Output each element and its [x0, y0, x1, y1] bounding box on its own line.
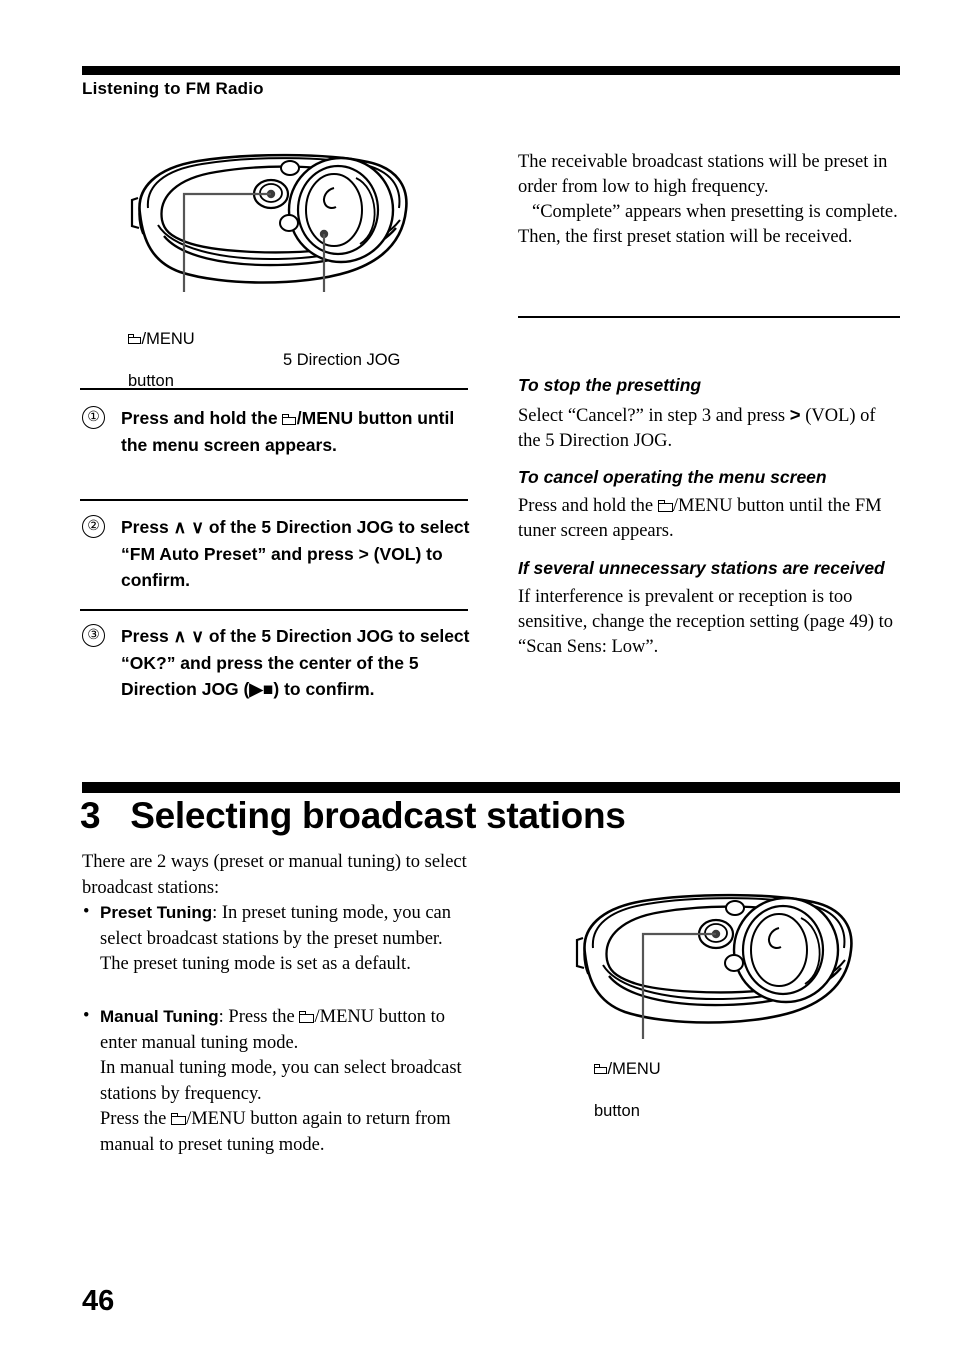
step-number: ②: [82, 515, 105, 538]
sub-body-before: Press and hold the: [518, 496, 658, 516]
manual-page: Listening to FM Radio /MENU button 5 Dir…: [0, 0, 954, 1357]
callout-menu-button-top: /MENU button: [128, 308, 195, 392]
intro-paragraph-2: “Complete” appears when presetting is co…: [518, 202, 898, 247]
header-rule: [82, 66, 900, 75]
bullet-extra-2: Press the /MENU button again to return f…: [82, 1107, 477, 1158]
bullet-term: Manual Tuning: [100, 1007, 219, 1026]
running-head: Listening to FM Radio: [82, 79, 264, 98]
bullet-extra-2-before: Press the: [100, 1109, 171, 1129]
step-rule-3: [80, 609, 468, 611]
step-text: Press ∧ ∨ of the 5 Direction JOG to sele…: [121, 626, 470, 699]
device-drawing: [575, 893, 853, 1039]
folder-icon: [657, 500, 673, 513]
step-1: ① Press and hold the /MENU button until …: [82, 405, 474, 458]
folder-icon: [299, 1011, 314, 1024]
bullet-term: Preset Tuning: [100, 903, 213, 922]
folder-icon: [282, 413, 297, 425]
step-rule-1: [80, 388, 468, 390]
sub-body: If interference is prevalent or receptio…: [518, 587, 894, 657]
folder-icon: [170, 1113, 186, 1126]
bullet-extra: The preset tuning mode is set as a defau…: [100, 954, 411, 974]
section-rule: [82, 782, 900, 793]
page-number: 46: [82, 1285, 115, 1317]
callout-menu-button-bottom: /MENU button: [594, 1038, 661, 1122]
section-cancel-menu: To cancel operating the menu screen Pres…: [518, 466, 902, 544]
section-intro-text: There are 2 ways (preset or manual tunin…: [82, 852, 467, 898]
sub-body-before: Select “Cancel?” in step 3 and press: [518, 406, 790, 426]
callout-jog-text: 5 Direction JOG: [283, 351, 401, 369]
section-heading: 3 Selecting broadcast stations: [80, 795, 626, 836]
sub-body: Select “Cancel?” in step 3 and press > (…: [518, 402, 902, 454]
device-illustration-top: [128, 148, 413, 293]
step-3: ③ Press ∧ ∨ of the 5 Direction JOG to se…: [82, 623, 474, 703]
device-illustration-bottom: [573, 888, 858, 1040]
section-stop-presetting: To stop the presetting Select “Cancel?” …: [518, 374, 902, 454]
right-intro-paragraphs: The receivable broadcast stations will b…: [518, 150, 902, 250]
intro-paragraph-1: The receivable broadcast stations will b…: [518, 152, 888, 197]
step-number: ①: [82, 406, 105, 429]
callout-menu-text: /MENU: [141, 330, 195, 348]
step-text-before: Press and hold the: [121, 408, 283, 428]
folder-icon: [594, 1064, 608, 1075]
sub-body: Press and hold the /MENU button until th…: [518, 494, 902, 544]
right-divider-rule: [518, 316, 900, 318]
sub-heading: If several unnecessary stations are rece…: [518, 558, 885, 578]
step-number: ③: [82, 624, 105, 647]
list-item: Preset Tuning: In preset tuning mode, yo…: [82, 900, 477, 952]
step-rule-2: [80, 499, 468, 501]
bullet-body-before: : Press the: [218, 1007, 300, 1027]
bullet-manual-tuning: Manual Tuning: Press the /MENU button to…: [82, 1004, 477, 1158]
device-drawing: [130, 153, 408, 292]
list-item: Manual Tuning: Press the /MENU button to…: [82, 1004, 477, 1056]
section-intro: There are 2 ways (preset or manual tunin…: [82, 850, 477, 901]
step-text: Press and hold the /MENU button until th…: [121, 405, 474, 458]
sub-heading: To stop the presetting: [518, 375, 702, 395]
section-unnecessary-stations: If several unnecessary stations are rece…: [518, 557, 902, 660]
callout-menu-sub: button: [594, 1102, 640, 1120]
step-text: Press ∧ ∨ of the 5 Direction JOG to sele…: [121, 517, 470, 590]
greater-than-symbol: >: [789, 404, 801, 425]
sub-heading: To cancel operating the menu screen: [518, 467, 827, 487]
callout-menu-text: /MENU: [607, 1060, 661, 1078]
callout-jog-top: 5 Direction JOG: [283, 329, 400, 371]
bullet-extra-1: In manual tuning mode, you can select br…: [100, 1058, 462, 1104]
step-2: ② Press ∧ ∨ of the 5 Direction JOG to se…: [82, 514, 474, 594]
bullet-preset-tuning: Preset Tuning: In preset tuning mode, yo…: [82, 900, 477, 978]
folder-icon: [128, 334, 142, 345]
